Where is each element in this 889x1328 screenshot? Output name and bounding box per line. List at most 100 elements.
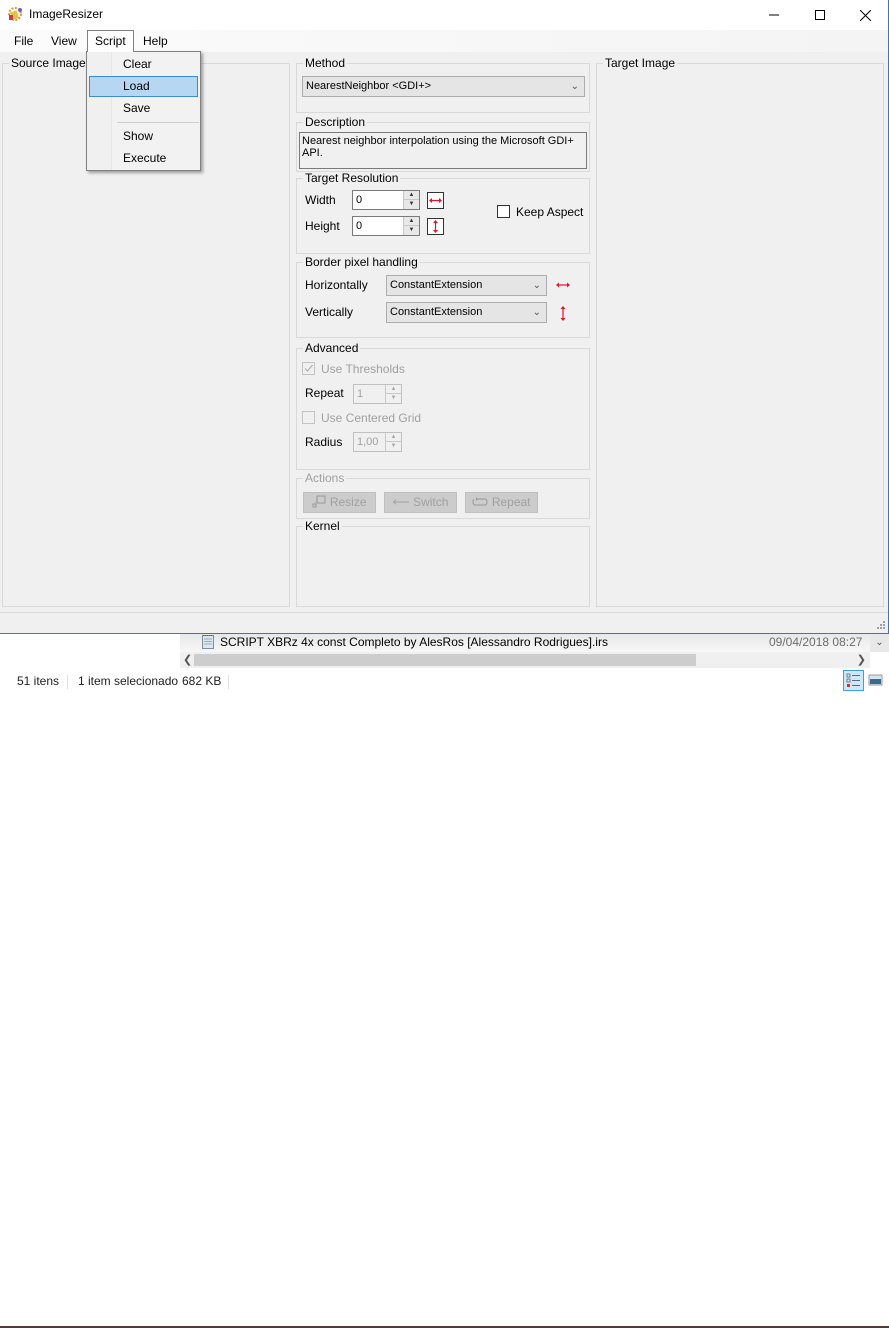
file-explorer-background: SCRIPT XBRz 4x const Completo by AlesRos… [0, 634, 889, 1328]
item-count: 51 itens [17, 674, 60, 688]
horizontal-border-value: ConstantExtension [390, 279, 483, 291]
repeat-label: Repeat [305, 386, 344, 400]
close-button[interactable] [842, 0, 888, 30]
resize-label: Resize [329, 495, 367, 509]
status-separator [228, 675, 229, 689]
radius-spinner[interactable]: 1,00 ▲ ▼ [353, 432, 402, 452]
checkmark-icon [304, 364, 313, 372]
spin-down-icon[interactable]: ▼ [404, 200, 419, 209]
switch-label: Switch [413, 495, 449, 509]
border-handling-label: Border pixel handling [305, 255, 418, 269]
file-list-item[interactable]: SCRIPT XBRz 4x const Completo by AlesRos… [180, 634, 870, 652]
kernel-group: Kernel [296, 520, 590, 607]
horizontal-scrollbar[interactable]: ❮ ❯ [180, 652, 870, 668]
target-image-panel: Target Image [596, 57, 884, 607]
horizontal-border-select[interactable]: ConstantExtension ⌄ [386, 275, 547, 296]
app-icon [8, 7, 22, 21]
use-thresholds-checkbox[interactable] [302, 362, 315, 375]
spin-up-icon[interactable]: ▲ [386, 385, 401, 394]
spin-down-icon[interactable]: ▼ [386, 442, 401, 451]
close-icon [859, 9, 871, 21]
spin-up-icon[interactable]: ▲ [404, 217, 419, 226]
explorer-status-bar: 51 itens 1 item selecionado 682 KB [0, 670, 889, 692]
width-spinner[interactable]: 0 ▲ ▼ [352, 190, 420, 210]
window-title: ImageResizer [29, 7, 104, 21]
use-centered-grid-checkbox[interactable] [302, 411, 315, 424]
resize-grip-icon[interactable] [876, 620, 886, 630]
menu-bar: File View Script Help [0, 30, 888, 52]
height-value: 0 [356, 220, 363, 232]
use-thresholds-label: Use Thresholds [321, 362, 405, 376]
target-resolution-label: Target Resolution [305, 171, 399, 185]
radius-value: 1,00 [357, 436, 379, 448]
scroll-left-icon[interactable]: ❮ [183, 652, 192, 668]
description-text: Nearest neighbor interpolation using the… [299, 132, 587, 169]
actions-label: Actions [305, 471, 345, 485]
keep-aspect-label: Keep Aspect [516, 205, 584, 219]
details-view-icon [846, 673, 860, 687]
resize-button[interactable]: Resize [303, 492, 376, 513]
file-name: SCRIPT XBRz 4x const Completo by AlesRos… [220, 635, 608, 649]
left-arrow-icon: ⟵ [392, 495, 410, 509]
selected-count: 1 item selecionado [78, 674, 179, 688]
chevron-down-icon: ⌄ [570, 81, 579, 92]
menu-item-show[interactable]: Show [89, 126, 198, 147]
spin-down-icon[interactable]: ▼ [386, 394, 401, 403]
width-arrow-button[interactable] [427, 192, 444, 209]
resize-icon [312, 495, 326, 508]
image-resizer-window: ImageResizer File View Script Help Clear… [0, 0, 889, 634]
script-menu-dropdown: Clear Load Save Show Execute [86, 51, 201, 171]
selected-size: 682 KB [182, 674, 222, 688]
details-view-button[interactable] [843, 670, 864, 691]
method-value: NearestNeighbor <GDI+> [306, 80, 432, 92]
vertically-label: Vertically [305, 305, 354, 319]
menu-item-execute[interactable]: Execute [89, 148, 198, 169]
menu-script[interactable]: Script [87, 30, 134, 52]
menu-view[interactable]: View [44, 30, 84, 52]
horizontal-arrow-icon [556, 282, 570, 288]
vertical-border-value: ConstantExtension [390, 306, 483, 318]
repeat-button[interactable]: Repeat [465, 492, 538, 513]
menu-help[interactable]: Help [136, 30, 175, 52]
description-label: Description [305, 115, 366, 129]
keep-aspect-checkbox[interactable] [497, 205, 510, 218]
switch-button[interactable]: ⟵ Switch [384, 492, 457, 513]
repeat-value: 1 [357, 388, 364, 400]
large-icons-view-button[interactable] [866, 670, 887, 691]
minimize-button[interactable] [751, 0, 797, 30]
spin-up-icon[interactable]: ▲ [386, 433, 401, 442]
large-icons-view-icon [868, 674, 883, 686]
width-label: Width [305, 193, 336, 207]
chevron-down-icon: ⌄ [532, 280, 541, 291]
vertical-border-select[interactable]: ConstantExtension ⌄ [386, 302, 547, 323]
horizontally-label: Horizontally [305, 278, 368, 292]
file-date: 09/04/2018 08:27 [769, 635, 863, 649]
border-handling-group: Border pixel handling [296, 256, 590, 338]
menu-item-clear[interactable]: Clear [89, 54, 198, 75]
title-bar: ImageResizer [0, 0, 888, 30]
menu-item-save[interactable]: Save [89, 98, 198, 119]
repeat-action-label: Repeat [491, 495, 531, 509]
height-spinner[interactable]: 0 ▲ ▼ [352, 216, 420, 236]
menu-file[interactable]: File [7, 30, 40, 52]
spin-up-icon[interactable]: ▲ [404, 191, 419, 200]
spin-down-icon[interactable]: ▼ [404, 226, 419, 235]
height-arrow-button[interactable] [427, 218, 444, 235]
vertical-arrow-icon [433, 220, 438, 233]
menu-item-load[interactable]: Load [89, 76, 198, 97]
status-strip-divider [0, 612, 888, 613]
method-select[interactable]: NearestNeighbor <GDI+> ⌄ [302, 76, 585, 97]
target-image-label: Target Image [605, 56, 676, 70]
vertical-arrow-icon [560, 306, 566, 321]
menu-separator [117, 122, 199, 123]
scroll-right-icon[interactable]: ❯ [857, 652, 866, 668]
status-separator [67, 675, 68, 689]
text-file-icon [202, 635, 214, 649]
scroll-down-button[interactable]: ⌄ [870, 634, 889, 652]
maximize-button[interactable] [797, 0, 843, 30]
kernel-label: Kernel [305, 519, 340, 533]
scrollbar-thumb[interactable] [194, 654, 696, 666]
source-image-label: Source Image [11, 56, 86, 70]
radius-label: Radius [305, 435, 343, 449]
repeat-spinner[interactable]: 1 ▲ ▼ [353, 384, 402, 404]
